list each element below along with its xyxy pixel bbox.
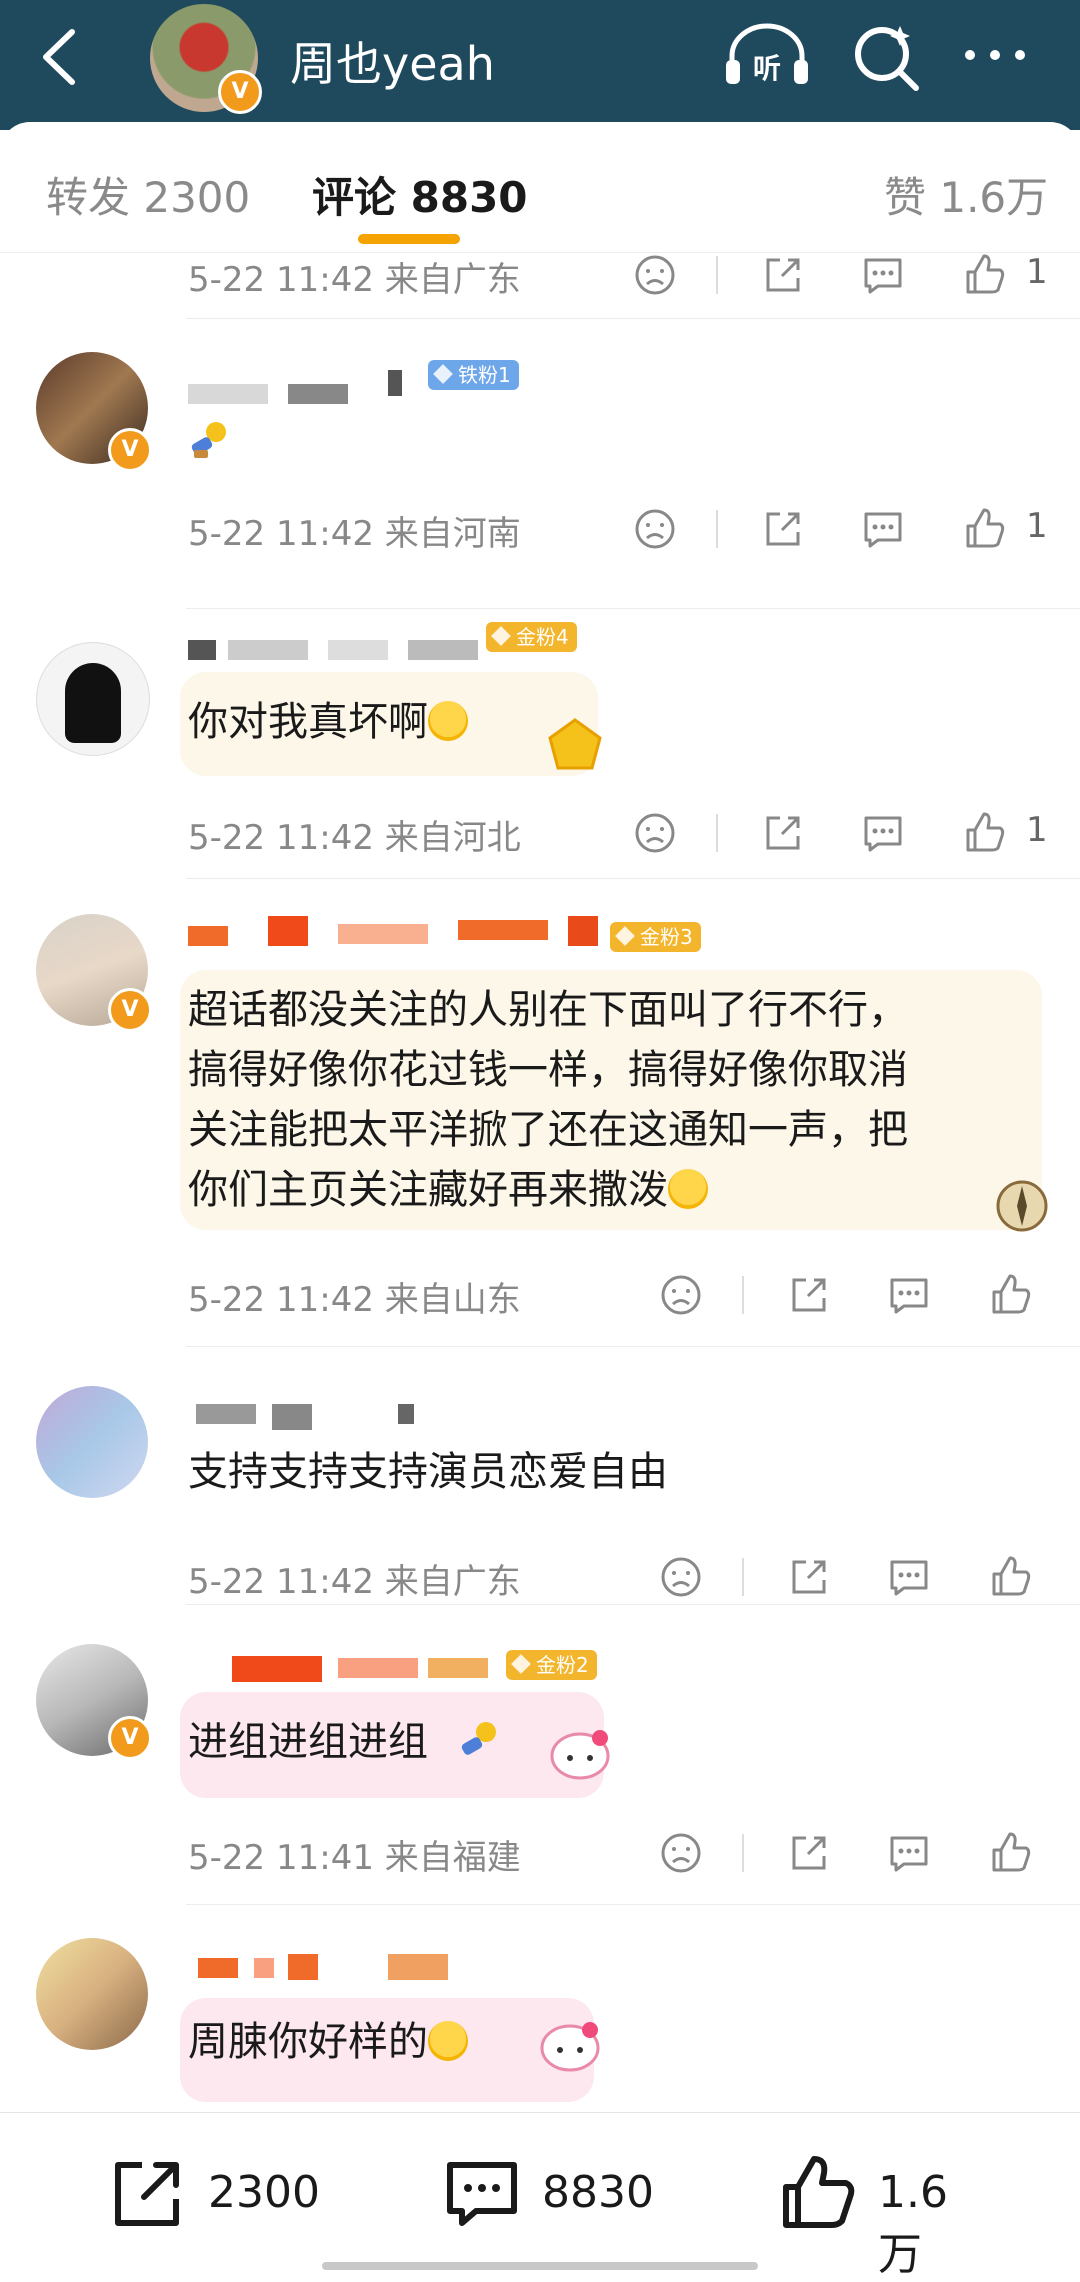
reply-icon[interactable]	[886, 1272, 932, 1318]
comment-actions	[654, 1830, 1080, 1890]
repost-count: 2300	[208, 2167, 320, 2218]
verified-badge: V	[108, 988, 152, 1032]
commenter-avatar[interactable]	[36, 642, 150, 756]
bottom-action-bar: 2300 8830 1.6万	[0, 2112, 1080, 2280]
comment-meta: 5-22 11:42 来自河南	[188, 514, 521, 554]
commenter-name[interactable]	[188, 628, 488, 668]
tab-bar: 转发 2300 评论 8830 赞 1.6万	[0, 122, 1080, 253]
comment-item: 周脨你好样的	[0, 1904, 1080, 2112]
like-icon[interactable]	[988, 1554, 1034, 1600]
share-icon[interactable]	[760, 506, 806, 552]
comment-item: V 铁粉1 5-22 11:42 来自河南 1	[0, 318, 1080, 608]
tab-comments[interactable]: 评论 8830	[312, 164, 528, 225]
like-count: 1	[1026, 506, 1048, 546]
comment-item: 金粉4 你对我真坏啊 5-22 11:42 来自河北 1	[0, 608, 1080, 878]
comment-meta: 5-22 11:42 来自广东	[188, 1562, 521, 1602]
share-icon[interactable]	[786, 1272, 832, 1318]
fan-level-badge: 金粉4	[486, 622, 577, 652]
share-icon[interactable]	[760, 252, 806, 298]
like-icon	[783, 2156, 855, 2228]
commenter-name[interactable]	[188, 1648, 498, 1688]
laugh-cry-emoji-icon	[668, 1169, 708, 1209]
share-icon[interactable]	[786, 1830, 832, 1876]
dislike-icon[interactable]	[632, 506, 678, 552]
dislike-icon[interactable]	[658, 1830, 704, 1876]
comment-text: 进组进组进组	[188, 1719, 428, 1765]
tab-likes[interactable]: 赞 1.6万	[884, 164, 1048, 225]
like-icon[interactable]	[962, 506, 1008, 552]
comment-meta: 5-22 11:41 来自福建	[188, 1838, 521, 1878]
listen-label: 听	[753, 52, 781, 85]
dislike-icon[interactable]	[658, 1272, 704, 1318]
reply-icon[interactable]	[886, 1554, 932, 1600]
reply-icon[interactable]	[860, 252, 906, 298]
like-count: 1	[1026, 810, 1048, 850]
hello-kitty-sticker-icon	[540, 2022, 600, 2072]
like-count: 1.6万	[878, 2167, 948, 2280]
baby-bottle-sticker-icon	[191, 422, 226, 458]
poster-username[interactable]: 周也yeah	[290, 28, 495, 94]
comment-icon	[447, 2162, 517, 2226]
like-icon[interactable]	[962, 252, 1008, 298]
laugh-cry-emoji-icon	[428, 2021, 468, 2061]
comment-actions: 1	[628, 252, 1058, 312]
comment-item: V 金粉2 进组进组进组 5-22 11:41 来自福建	[0, 1604, 1080, 1904]
baby-bottle-sticker-icon	[461, 1722, 496, 1755]
dislike-icon[interactable]	[632, 252, 678, 298]
reply-icon[interactable]	[886, 1830, 932, 1876]
comment-actions: 1	[628, 506, 1058, 566]
verified-badge: V	[218, 70, 262, 114]
home-indicator[interactable]	[322, 2262, 758, 2270]
fan-level-badge: 铁粉1	[428, 360, 519, 390]
search-icon[interactable]	[850, 20, 925, 95]
comment-item: V 金粉3 超话都没关注的人别在下面叫了行不行， 搞得好像你花过钱一样，搞得好像…	[0, 878, 1080, 1346]
more-icon[interactable]	[960, 40, 1030, 70]
hello-kitty-sticker-icon	[550, 1730, 610, 1780]
share-icon[interactable]	[786, 1554, 832, 1600]
comment-meta: 5-22 11:42 来自广东	[188, 260, 521, 300]
fan-level-badge: 金粉3	[610, 922, 701, 952]
dislike-icon[interactable]	[632, 810, 678, 856]
share-icon[interactable]	[760, 810, 806, 856]
like-count: 1	[1026, 252, 1048, 292]
compass-decoration-icon	[996, 1180, 1048, 1232]
comment-text: 周脨你好样的	[188, 2012, 468, 2072]
smile-emoji-icon	[428, 701, 468, 741]
tab-repost[interactable]: 转发 2300	[46, 164, 250, 225]
fan-level-badge: 金粉2	[506, 1650, 597, 1680]
commenter-name[interactable]	[188, 1398, 448, 1438]
like-icon[interactable]	[988, 1830, 1034, 1876]
commenter-name[interactable]	[188, 1944, 448, 1984]
active-tab-indicator	[358, 234, 460, 244]
listen-icon[interactable]: 听	[722, 20, 812, 90]
comment-text: 超话都没关注的人别在下面叫了行不行， 搞得好像你花过钱一样，搞得好像你取消 关注…	[188, 987, 908, 1213]
reply-icon[interactable]	[860, 506, 906, 552]
comment-meta: 5-22 11:42 来自河北	[188, 818, 521, 858]
comment-meta: 5-22 11:42 来自山东	[188, 1280, 521, 1320]
dislike-icon[interactable]	[658, 1554, 704, 1600]
reply-icon[interactable]	[860, 810, 906, 856]
back-arrow-icon[interactable]	[30, 22, 90, 92]
comment-actions: 1	[628, 810, 1058, 870]
like-icon[interactable]	[988, 1272, 1034, 1318]
comment-text: 支持支持支持演员恋爱自由	[188, 1449, 668, 1495]
commenter-avatar[interactable]	[36, 1386, 148, 1498]
comment-actions	[654, 1272, 1080, 1332]
verified-badge: V	[108, 428, 152, 472]
commenter-avatar[interactable]	[36, 1938, 148, 2050]
comment-item: 支持支持支持演员恋爱自由 5-22 11:42 来自广东	[0, 1346, 1080, 1604]
repost-icon	[115, 2162, 179, 2226]
comment-count: 8830	[542, 2167, 654, 2218]
commenter-name[interactable]	[188, 914, 618, 954]
comment-item: 5-22 11:42 来自广东 1	[0, 252, 1080, 318]
comment-text: 你对我真坏啊	[188, 692, 468, 752]
top-bar: V 周也yeah 听	[0, 0, 1080, 130]
verified-badge: V	[108, 1716, 152, 1760]
like-icon[interactable]	[962, 810, 1008, 856]
gold-fan-decoration-icon	[548, 718, 602, 770]
